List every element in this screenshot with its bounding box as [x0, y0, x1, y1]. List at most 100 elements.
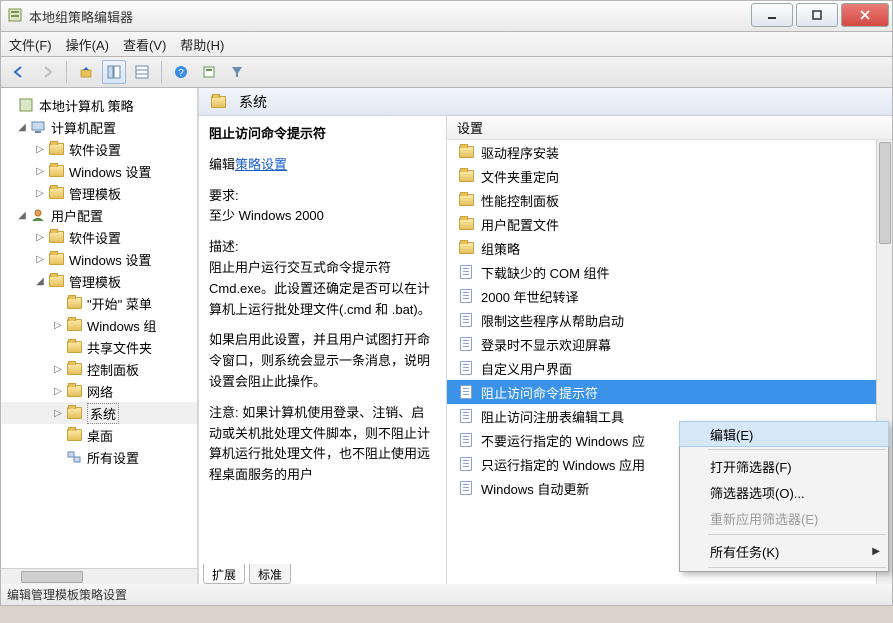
description-text: 阻止用户运行交互式命令提示符 Cmd.exe。此设置还确定是否可以在计算机上运行… [209, 258, 436, 320]
menu-file[interactable]: 文件(F) [9, 35, 52, 54]
folder-icon [47, 251, 65, 267]
toolbar: ? [0, 56, 893, 88]
tree-item[interactable]: ▸"开始" 菜单 [1, 292, 197, 314]
policy-settings-link[interactable]: 策略设置 [235, 157, 287, 172]
settings-item[interactable]: 用户配置文件 [447, 212, 876, 236]
help-button[interactable]: ? [169, 60, 193, 84]
requirements-label: 要求: [209, 186, 436, 207]
tree-item[interactable]: ▷软件设置 [1, 226, 197, 248]
settings-item[interactable]: 2000 年世纪转译 [447, 284, 876, 308]
folder-icon [47, 185, 65, 201]
settings-item[interactable]: 限制这些程序从帮助启动 [447, 308, 876, 332]
settings-item[interactable]: 登录时不显示欢迎屏幕 [447, 332, 876, 356]
tree-admin-templates[interactable]: ◢管理模板 [1, 270, 197, 292]
policy-doc-icon [457, 456, 475, 472]
tree-item[interactable]: ▷网络 [1, 380, 197, 402]
window-title: 本地组策略编辑器 [29, 7, 751, 26]
menu-help[interactable]: 帮助(H) [180, 35, 224, 54]
settings-item[interactable]: 下载缺少的 COM 组件 [447, 260, 876, 284]
context-menu: 编辑(E) 打开筛选器(F) 筛选器选项(O)... 重新应用筛选器(E) 所有… [679, 421, 889, 572]
settings-item[interactable]: 组策略 [447, 236, 876, 260]
settings-item-label: 登录时不显示欢迎屏幕 [481, 335, 611, 354]
tree-item[interactable]: ▷软件设置 [1, 138, 197, 160]
requirements-text: 至少 Windows 2000 [209, 206, 436, 227]
folder-icon [457, 216, 475, 232]
tree-view-button[interactable] [102, 60, 126, 84]
folder-icon [47, 273, 65, 289]
folder-icon [47, 163, 65, 179]
folder-icon [65, 339, 83, 355]
settings-item[interactable]: 阻止访问命令提示符 [447, 380, 876, 404]
tree-item[interactable]: ▷Windows 组 [1, 314, 197, 336]
submenu-arrow-icon: ▶ [872, 546, 880, 557]
tab-standard[interactable]: 标准 [249, 564, 291, 584]
policy-doc-icon [457, 264, 475, 280]
tree-root[interactable]: ▸本地计算机 策略 [1, 94, 197, 116]
folder-icon [65, 361, 83, 377]
settings-item-label: 不要运行指定的 Windows 应 [481, 431, 645, 450]
description-label: 描述: [209, 237, 436, 258]
policy-doc-icon [457, 408, 475, 424]
policy-doc-icon [457, 360, 475, 376]
settings-item-label: 性能控制面板 [481, 191, 559, 210]
tab-extended[interactable]: 扩展 [203, 564, 245, 584]
settings-item-label: 限制这些程序从帮助启动 [481, 311, 624, 330]
ctx-separator [708, 534, 886, 535]
settings-item-label: 下载缺少的 COM 组件 [481, 263, 610, 282]
tree-system[interactable]: ▷系统 [1, 402, 197, 424]
tree-item[interactable]: ▷管理模板 [1, 182, 197, 204]
ctx-all-tasks[interactable]: 所有任务(K)▶ [680, 538, 888, 564]
folder-icon [209, 94, 227, 110]
menu-action[interactable]: 操作(A) [66, 35, 109, 54]
settings-item[interactable]: 驱动程序安装 [447, 140, 876, 164]
forward-button[interactable] [35, 60, 59, 84]
ctx-edit[interactable]: 编辑(E) [679, 421, 889, 447]
content-header-title: 系统 [239, 92, 267, 112]
description-text: 如果启用此设置，并且用户试图打开命令窗口，则系统会显示一条消息，说明设置会阻止此… [209, 330, 436, 392]
settings-item-label: 阻止访问注册表编辑工具 [481, 407, 624, 426]
ctx-open-filter[interactable]: 打开筛选器(F) [680, 453, 888, 479]
content-header: 系统 [199, 88, 892, 116]
policy-doc-icon [457, 480, 475, 496]
tree-item[interactable]: ▸共享文件夹 [1, 336, 197, 358]
folder-icon [47, 141, 65, 157]
tree-item[interactable]: ▷Windows 设置 [1, 248, 197, 270]
tree-item[interactable]: ▷控制面板 [1, 358, 197, 380]
minimize-button[interactable] [751, 3, 793, 27]
tree-item[interactable]: ▸桌面 [1, 424, 197, 446]
description-text: 注意: 如果计算机使用登录、注销、启动或关机批处理文件脚本，则不阻止计算机运行批… [209, 403, 436, 486]
settings-icon [65, 449, 83, 465]
menu-view[interactable]: 查看(V) [123, 35, 166, 54]
back-button[interactable] [7, 60, 31, 84]
settings-item-label: 只运行指定的 Windows 应用 [481, 455, 645, 474]
tree-all-settings[interactable]: ▸所有设置 [1, 446, 197, 468]
settings-item-label: 2000 年世纪转译 [481, 287, 579, 306]
tree-horizontal-scrollbar[interactable] [1, 568, 197, 584]
ctx-filter-options[interactable]: 筛选器选项(O)... [680, 479, 888, 505]
ctx-reapply-filter: 重新应用筛选器(E) [680, 505, 888, 531]
filter-button[interactable] [225, 60, 249, 84]
policy-doc-icon [457, 336, 475, 352]
up-button[interactable] [74, 60, 98, 84]
status-text: 编辑管理模板策略设置 [7, 586, 127, 603]
user-icon [29, 207, 47, 223]
navigation-tree: ▸本地计算机 策略 ◢计算机配置 ▷软件设置 ▷Windows 设置 ▷管理模板… [1, 88, 199, 584]
window-controls [751, 1, 892, 31]
tree-item[interactable]: ▷Windows 设置 [1, 160, 197, 182]
maximize-button[interactable] [796, 3, 838, 27]
menu-bar: 文件(F) 操作(A) 查看(V) 帮助(H) [0, 32, 893, 56]
close-button[interactable] [841, 3, 889, 27]
settings-item[interactable]: 文件夹重定向 [447, 164, 876, 188]
settings-column-header[interactable]: 设置 [447, 116, 892, 140]
tree-user-config[interactable]: ◢用户配置 [1, 204, 197, 226]
settings-item-label: 组策略 [481, 239, 520, 258]
settings-item[interactable]: 性能控制面板 [447, 188, 876, 212]
tree-computer-config[interactable]: ◢计算机配置 [1, 116, 197, 138]
properties-button[interactable] [197, 60, 221, 84]
list-view-button[interactable] [130, 60, 154, 84]
settings-item[interactable]: 自定义用户界面 [447, 356, 876, 380]
bottom-tabs: 扩展 标准 [199, 564, 291, 584]
folder-icon [47, 229, 65, 245]
ctx-separator [708, 449, 886, 450]
edit-label: 编辑 [209, 157, 235, 172]
